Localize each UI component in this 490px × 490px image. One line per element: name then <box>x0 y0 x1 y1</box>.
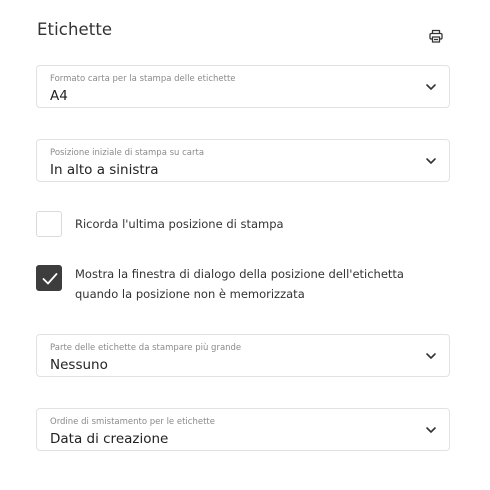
paper-format-value: A4 <box>50 88 68 104</box>
remember-position-checkbox[interactable] <box>36 211 62 237</box>
remember-position-label[interactable]: Ricorda l'ultima posizione di stampa <box>75 214 450 234</box>
sort-order-label: Ordine di smistamento per le etichette <box>50 417 215 427</box>
show-dialog-label[interactable]: Mostra la finestra di dialogo della posi… <box>75 264 450 304</box>
paper-format-select[interactable]: Formato carta per la stampa delle etiche… <box>36 65 450 108</box>
chevron-down-icon <box>426 84 436 90</box>
chevron-down-icon <box>426 158 436 164</box>
larger-part-value: Nessuno <box>50 357 108 373</box>
paper-format-label: Formato carta per la stampa delle etiche… <box>50 74 236 84</box>
checkmark-icon <box>42 273 58 285</box>
chevron-down-icon <box>426 427 436 433</box>
start-position-value: In alto a sinistra <box>50 162 159 178</box>
show-dialog-checkbox[interactable] <box>36 265 62 291</box>
print-button[interactable] <box>426 26 446 46</box>
sort-order-select[interactable]: Ordine di smistamento per le etichette D… <box>36 408 450 451</box>
start-position-select[interactable]: Posizione iniziale di stampa su carta In… <box>36 139 450 182</box>
larger-part-select[interactable]: Parte delle etichette da stampare più gr… <box>36 334 450 377</box>
larger-part-label: Parte delle etichette da stampare più gr… <box>50 343 242 353</box>
start-position-label: Posizione iniziale di stampa su carta <box>50 148 205 158</box>
sort-order-value: Data di creazione <box>50 431 169 447</box>
chevron-down-icon <box>426 353 436 359</box>
page-title: Etichette <box>37 20 113 39</box>
labels-settings-panel: Etichette Formato carta per la stampa de… <box>0 0 490 490</box>
printer-icon <box>429 29 443 43</box>
